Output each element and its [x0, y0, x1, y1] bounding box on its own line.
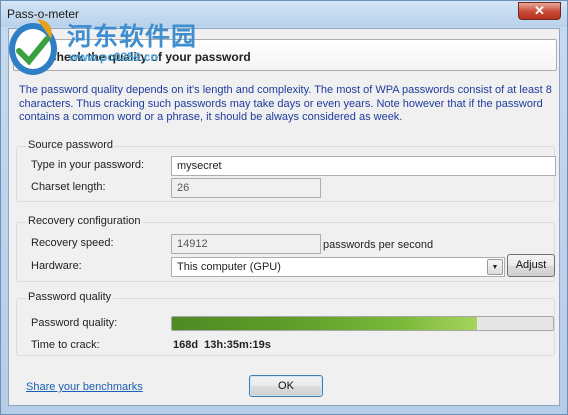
close-button[interactable]: ✕	[518, 2, 561, 20]
password-label: Type in your password:	[31, 159, 145, 171]
hardware-selected-value: This computer (GPU)	[177, 261, 281, 273]
password-quality-fill	[172, 317, 477, 330]
password-quality-bar	[171, 316, 554, 331]
share-benchmarks-link[interactable]: Share your benchmarks	[26, 381, 143, 393]
time-to-crack-value: 168d 13h:35m:19s	[173, 339, 271, 351]
time-to-crack-label: Time to crack:	[31, 339, 100, 351]
charset-length-field: 26	[171, 178, 321, 198]
speed-unit-label: passwords per second	[323, 239, 434, 251]
dialog-client-area: Check the quality of your password The p…	[8, 28, 560, 406]
recovery-speed-field: 14912	[171, 234, 321, 254]
source-password-group: Source password Type in your password: m…	[16, 139, 556, 202]
watermark-logo	[9, 19, 57, 75]
recovery-configuration-group: Recovery configuration Recovery speed: 1…	[16, 215, 555, 282]
password-input[interactable]: mysecret	[171, 156, 556, 176]
source-password-title: Source password	[26, 139, 115, 151]
watermark-text: 河东软件园	[67, 22, 198, 51]
charset-length-label: Charset length:	[31, 181, 106, 193]
chevron-down-icon[interactable]: ▼	[487, 259, 503, 275]
password-quality-group: Password quality Password quality: Time …	[16, 291, 555, 356]
watermark-url: www.pc0359.cn	[69, 50, 158, 64]
recovery-configuration-title: Recovery configuration	[26, 215, 143, 227]
ok-button[interactable]: OK	[249, 375, 323, 397]
description-text: The password quality depends on it's len…	[19, 84, 552, 123]
recovery-speed-label: Recovery speed:	[31, 237, 114, 249]
password-quality-title: Password quality	[26, 291, 114, 303]
password-quality-label: Password quality:	[31, 317, 118, 329]
hardware-label: Hardware:	[31, 260, 82, 272]
hardware-select[interactable]: This computer (GPU) ▼	[171, 257, 505, 277]
adjust-button[interactable]: Adjust	[507, 254, 555, 277]
pass-o-meter-window: Pass-o-meter ✕ Check the quality of your…	[0, 0, 568, 415]
